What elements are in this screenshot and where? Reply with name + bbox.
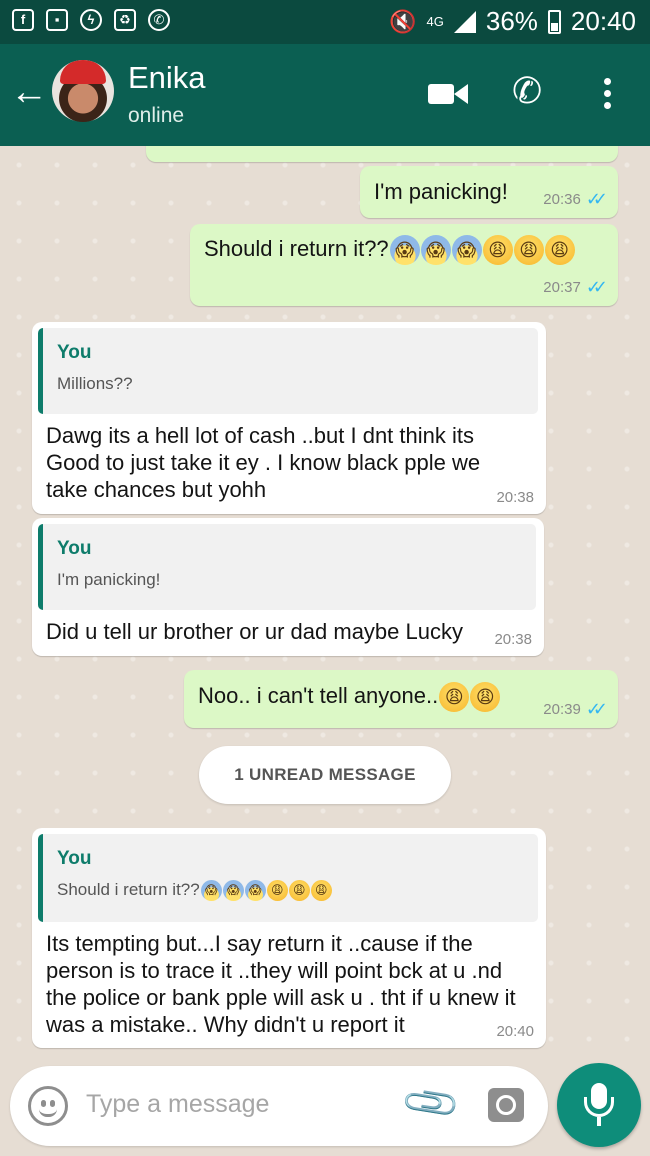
weary-face-icon: 😩 bbox=[513, 235, 544, 266]
chat-header: ← Enika online ✆ bbox=[0, 44, 650, 146]
message-time: 20:36 bbox=[543, 191, 581, 208]
message-meta: 20:40 bbox=[496, 1023, 534, 1040]
message-bubble-clipped[interactable] bbox=[146, 146, 618, 162]
camera-icon[interactable] bbox=[488, 1088, 524, 1122]
mic-icon-arc bbox=[584, 1097, 614, 1117]
voice-call-icon[interactable]: ✆ bbox=[512, 70, 542, 112]
network-type: 4G bbox=[426, 14, 444, 29]
emoji-icon[interactable] bbox=[28, 1086, 68, 1126]
weary-face-icon: 😩 bbox=[439, 682, 470, 713]
message-time: 20:38 bbox=[496, 489, 534, 506]
message-meta: 20:38 bbox=[494, 631, 532, 648]
message-input[interactable] bbox=[86, 1090, 386, 1119]
weary-face-icon: 😩 bbox=[482, 235, 513, 266]
read-ticks-icon: ✓✓ bbox=[585, 277, 608, 297]
quote-text: Millions?? bbox=[57, 374, 133, 393]
message-time: 20:37 bbox=[543, 279, 581, 296]
screaming-face-icon: 😱 bbox=[244, 880, 266, 902]
avatar[interactable] bbox=[52, 60, 114, 122]
read-ticks-icon: ✓✓ bbox=[585, 189, 608, 209]
status-bar: f ▪ ϟ ♻ ✆ 🔇 4G 36% 20:40 bbox=[0, 0, 650, 44]
emoji-row: 😩 😩 bbox=[438, 682, 501, 713]
message-text-line: Dawg its a hell lot of cash ..but I dnt … bbox=[46, 423, 474, 448]
unread-messages-banner: 1 UNREAD MESSAGE bbox=[199, 746, 451, 804]
weary-face-icon: 😩 bbox=[310, 880, 332, 902]
message-meta: 20:39 ✓✓ bbox=[543, 699, 608, 720]
message-text: Noo.. i can't tell anyone.. bbox=[198, 683, 439, 708]
whatsapp-icon: ✆ bbox=[148, 9, 170, 31]
screaming-face-icon: 😱 bbox=[389, 235, 420, 266]
quoted-message[interactable]: You Should i return it?? 😱 😱 😱 😩 😩 😩 bbox=[38, 834, 538, 922]
system-indicators: 🔇 4G 36% 20:40 bbox=[389, 6, 636, 37]
quote-author: You bbox=[57, 538, 92, 559]
message-bubble-outgoing[interactable]: Noo.. i can't tell anyone.. 😩 😩 20:39 ✓✓ bbox=[184, 670, 618, 728]
quote-author: You bbox=[57, 848, 92, 869]
message-meta: 20:38 bbox=[496, 489, 534, 506]
message-text: Did u tell ur brother or ur dad maybe Lu… bbox=[46, 619, 463, 644]
weary-face-icon: 😩 bbox=[470, 682, 501, 713]
message-text-line: Noo.. i can't tell anyone.. 😩 😩 bbox=[198, 682, 501, 713]
notification-icons: f ▪ ϟ ♻ ✆ bbox=[12, 9, 170, 31]
message-text-line: person is to trace it ..they will point … bbox=[46, 958, 503, 983]
message-composer: 📎 bbox=[10, 1066, 548, 1146]
message-bubble-outgoing[interactable]: Should i return it?? 😱 😱 😱 😩 😩 😩 20:37 ✓✓ bbox=[190, 224, 618, 306]
cleanup-icon: ♻ bbox=[114, 9, 136, 31]
weary-face-icon: 😩 bbox=[544, 235, 575, 266]
clock: 20:40 bbox=[570, 6, 636, 36]
mute-icon: 🔇 bbox=[389, 8, 417, 34]
message-text-line: Good to just take it ey . I know black p… bbox=[46, 450, 481, 475]
contact-status: online bbox=[128, 104, 185, 127]
gallery-icon: ▪ bbox=[46, 9, 68, 31]
message-text: Should i return it?? bbox=[204, 236, 389, 261]
message-meta: 20:37 ✓✓ bbox=[543, 277, 608, 298]
message-bubble-incoming[interactable]: You I'm panicking! Did u tell ur brother… bbox=[32, 518, 544, 656]
message-time: 20:39 bbox=[543, 701, 581, 718]
message-bubble-incoming[interactable]: You Should i return it?? 😱 😱 😱 😩 😩 😩 Its tempt… bbox=[32, 828, 546, 1048]
more-options-icon[interactable] bbox=[604, 78, 612, 114]
signal-icon bbox=[453, 10, 476, 33]
weary-face-icon: 😩 bbox=[266, 880, 288, 902]
mic-icon-stem bbox=[597, 1117, 601, 1126]
back-arrow-icon[interactable]: ← bbox=[10, 72, 48, 112]
quote-text: I'm panicking! bbox=[57, 570, 161, 589]
message-text-line: Should i return it?? 😱 😱 😱 😩 😩 😩 bbox=[204, 235, 575, 266]
message-text-line: Its tempting but...I say return it ..cau… bbox=[46, 931, 473, 956]
message-list[interactable]: I'm panicking! 20:36 ✓✓ Should i return … bbox=[0, 146, 650, 1056]
attach-icon[interactable]: 📎 bbox=[399, 1072, 464, 1136]
quoted-message[interactable]: You Millions?? bbox=[38, 328, 538, 414]
message-meta: 20:36 ✓✓ bbox=[543, 189, 608, 210]
quote-author: You bbox=[57, 342, 92, 363]
battery-percent: 36% bbox=[485, 6, 538, 36]
message-bubble-outgoing[interactable]: I'm panicking! 20:36 ✓✓ bbox=[360, 166, 618, 218]
message-text-line: take chances but yohh bbox=[46, 477, 267, 502]
mic-button[interactable] bbox=[557, 1063, 641, 1147]
video-call-icon[interactable] bbox=[428, 80, 468, 108]
quote-emoji-row: 😱 😱 😱 😩 😩 😩 bbox=[200, 880, 332, 902]
message-bubble-incoming[interactable]: You Millions?? Dawg its a hell lot of ca… bbox=[32, 322, 546, 514]
message-time: 20:40 bbox=[496, 1023, 534, 1040]
screaming-face-icon: 😱 bbox=[200, 880, 222, 902]
message-time: 20:38 bbox=[494, 631, 532, 648]
screaming-face-icon: 😱 bbox=[420, 235, 451, 266]
quote-text: Should i return it?? bbox=[57, 880, 200, 899]
emoji-row: 😱 😱 😱 😩 😩 😩 bbox=[389, 235, 575, 266]
battery-icon bbox=[547, 9, 561, 34]
message-text: I'm panicking! bbox=[374, 179, 508, 204]
quote-text-line: Should i return it?? 😱 😱 😱 😩 😩 😩 bbox=[57, 880, 332, 902]
quoted-message[interactable]: You I'm panicking! bbox=[38, 524, 536, 610]
message-text-line: was a mistake.. Why didn't u report it bbox=[46, 1012, 405, 1037]
weary-face-icon: 😩 bbox=[288, 880, 310, 902]
screaming-face-icon: 😱 bbox=[451, 235, 482, 266]
read-ticks-icon: ✓✓ bbox=[585, 699, 608, 719]
facebook-icon: f bbox=[12, 9, 34, 31]
contact-name[interactable]: Enika bbox=[128, 60, 206, 96]
message-text-line: the police or bank pple will ask u . tht… bbox=[46, 985, 516, 1010]
messenger-icon: ϟ bbox=[80, 9, 102, 31]
screaming-face-icon: 😱 bbox=[222, 880, 244, 902]
